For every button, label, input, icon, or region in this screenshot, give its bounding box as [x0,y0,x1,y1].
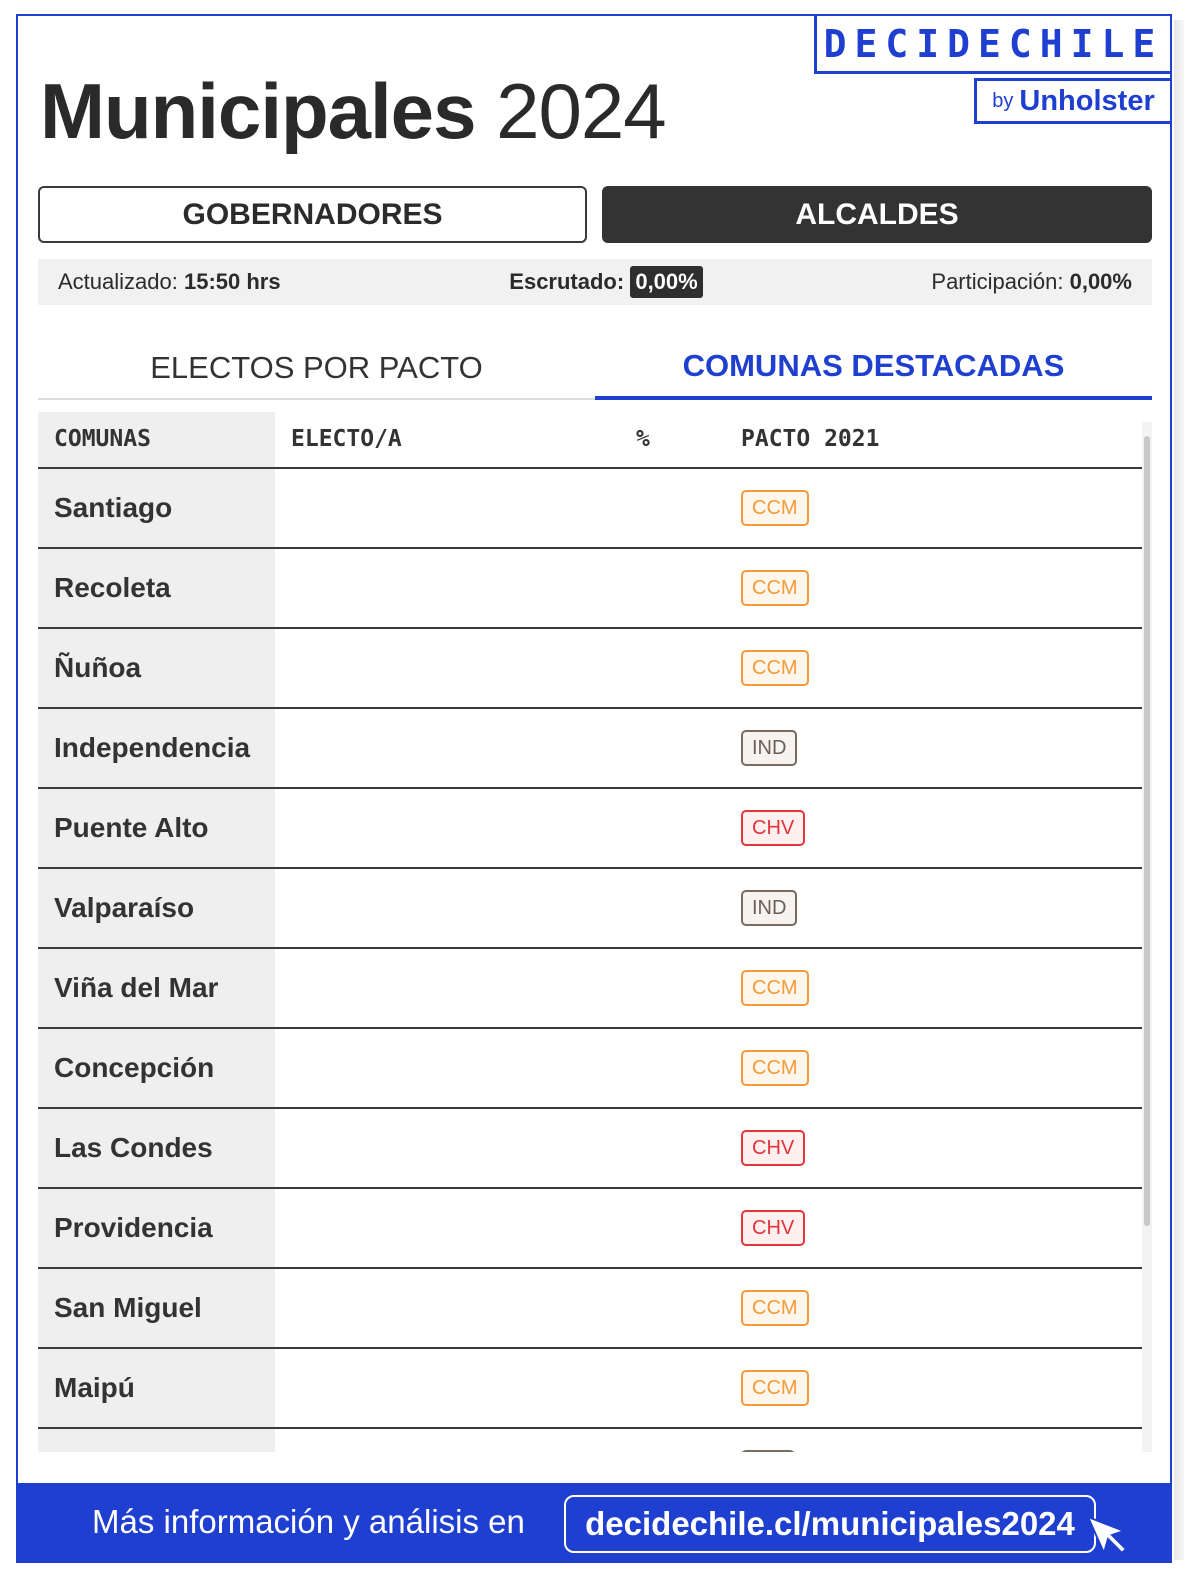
comuna-name: Concepción [54,1052,215,1083]
cursor-arrow-icon [1086,1515,1128,1556]
pacto-badge: CHV [741,810,806,846]
updated-status: Actualizado: 15:50 hrs [58,269,281,295]
table-row[interactable]: Viña del Mar CCM [38,949,1142,1029]
partial-row-badge [741,1450,795,1452]
table-row[interactable]: Las Condes CHV [38,1109,1142,1189]
pacto-badge: CCM [741,970,809,1006]
brand-name: DECIDECHILE [823,21,1164,66]
comuna-name: Recoleta [54,572,171,603]
toggle-gobernadores-button[interactable]: GOBERNADORES [38,186,587,243]
counted-status: Escrutado: 0,00% [509,266,703,298]
comuna-name: Providencia [54,1212,213,1243]
comuna-name: San Miguel [54,1292,202,1323]
updated-value: 15:50 hrs [183,269,281,294]
counted-label: Escrutado: [509,269,625,294]
toggle-alcaldes-button[interactable]: ALCALDES [602,186,1152,243]
pacto-badge: CHV [741,1210,806,1246]
pacto-badge: CCM [741,650,809,686]
comuna-name: Valparaíso [54,892,195,923]
table-row[interactable]: Ñuñoa CCM [38,629,1142,709]
table-row[interactable]: Puente Alto CHV [38,789,1142,869]
comuna-name: Ñuñoa [54,652,142,683]
header-comunas: COMUNAS [54,426,151,452]
comuna-name: Las Condes [54,1132,213,1163]
table-row[interactable]: Maipú CCM [38,1349,1142,1429]
header-percent: % [636,426,650,452]
results-table: COMUNAS ELECTO/A % PACTO 2021 Santiago CC… [38,412,1142,1452]
pacto-badge: CCM [741,1290,809,1326]
header-pacto: PACTO 2021 [741,426,880,452]
brand-company: Unholster [1019,84,1155,117]
page-shadow [1174,20,1184,1560]
pacto-badge: CCM [741,1050,809,1086]
view-tabs: ELECTOS POR PACTO COMUNAS DESTACADAS [38,336,1152,400]
widget-frame: Municipales 2024 DECIDECHILE by Unholste… [16,14,1172,1562]
title-year: 2024 [496,67,667,155]
comuna-name: Independencia [54,732,251,763]
brand-byline[interactable]: by Unholster [974,78,1170,124]
pacto-badge: CCM [741,570,809,606]
comuna-name: Viña del Mar [54,972,219,1003]
footer-banner: Más información y análisis en decidechil… [16,1483,1172,1563]
tab-comunas-destacadas[interactable]: COMUNAS DESTACADAS [595,336,1152,400]
table-row[interactable]: Providencia CHV [38,1189,1142,1269]
turnout-value: 0,00% [1069,269,1132,294]
page-title: Municipales 2024 [40,66,667,157]
turnout-status: Participación: 0,00% [931,269,1132,295]
table-row[interactable]: Santiago CCM [38,469,1142,549]
table-row[interactable]: Valparaíso IND [38,869,1142,949]
table-scrollbar-thumb[interactable] [1144,436,1150,1226]
tab-electos-por-pacto[interactable]: ELECTOS POR PACTO [38,336,595,400]
table-row[interactable]: San Miguel CCM [38,1269,1142,1349]
comuna-name: Santiago [54,492,173,523]
table-row[interactable]: Recoleta CCM [38,549,1142,629]
updated-label: Actualizado: [58,269,178,294]
footer-link-button[interactable]: decidechile.cl/municipales2024 [564,1495,1096,1553]
footer-lead-text: Más información y análisis en [92,1503,525,1540]
table-row[interactable]: Concepción CCM [38,1029,1142,1109]
brand-by: by [992,89,1014,112]
pacto-badge: CCM [741,490,809,526]
comuna-name: Puente Alto [54,812,209,843]
pacto-badge: IND [741,730,798,766]
pacto-badge: CCM [741,1370,809,1406]
status-bar: Actualizado: 15:50 hrs Escrutado: 0,00% … [38,259,1152,305]
brand-logo[interactable]: DECIDECHILE [814,16,1170,74]
comuna-name: Maipú [54,1372,135,1403]
table-header: COMUNAS ELECTO/A % PACTO 2021 [38,412,1142,469]
header-electo: ELECTO/A [291,426,402,452]
title-main: Municipales [40,67,476,155]
pacto-badge: IND [741,890,798,926]
turnout-label: Participación: [931,269,1064,294]
counted-value-badge: 0,00% [630,266,703,298]
table-row[interactable]: Independencia IND [38,709,1142,789]
pacto-badge: CHV [741,1130,806,1166]
